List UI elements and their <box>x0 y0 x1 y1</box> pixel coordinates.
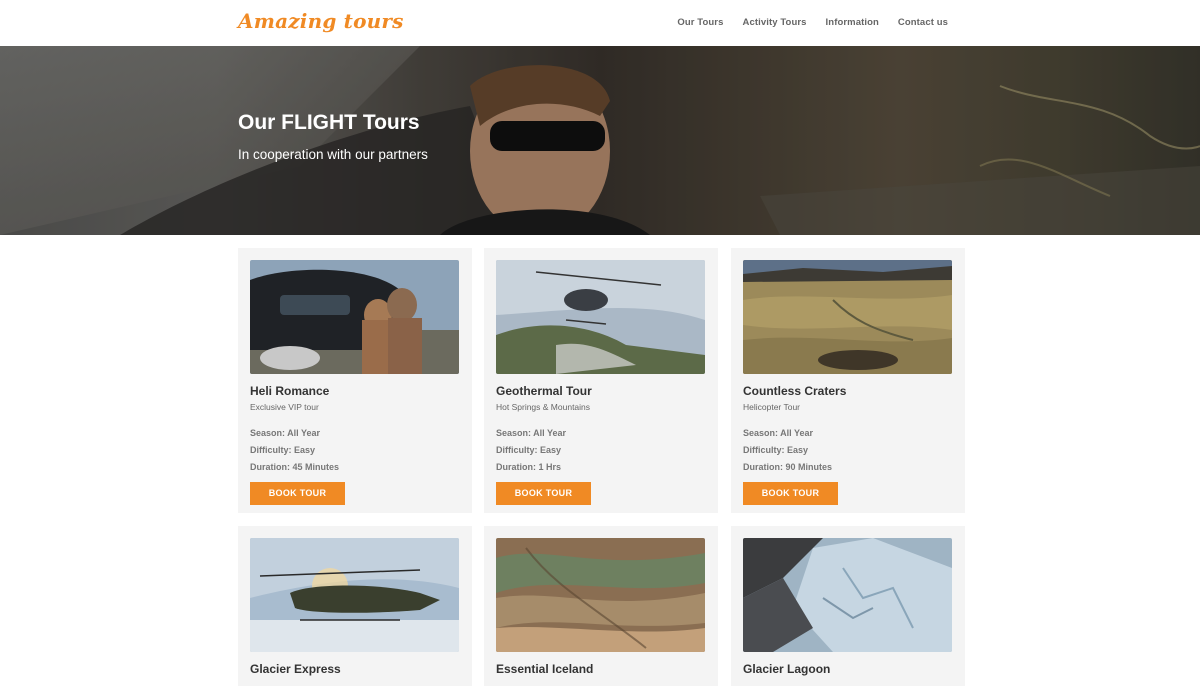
tour-meta: Season: All Year Difficulty: Easy Durati… <box>496 425 706 476</box>
tour-duration: Duration: 90 Minutes <box>743 462 833 472</box>
tour-title[interactable]: Countless Craters <box>743 384 953 398</box>
tour-title[interactable]: Heli Romance <box>250 384 460 398</box>
tour-duration: Duration: 45 Minutes <box>250 462 340 472</box>
tour-title[interactable]: Geothermal Tour <box>496 384 706 398</box>
book-tour-button[interactable]: BOOK TOUR <box>250 482 345 505</box>
tour-title[interactable]: Glacier Lagoon <box>743 662 953 676</box>
tour-season: Season: All Year <box>496 428 567 438</box>
tour-season: Season: All Year <box>743 428 814 438</box>
site-logo[interactable]: Amazing tours <box>238 9 404 33</box>
tour-card: Heli Romance Exclusive VIP tour Season: … <box>238 248 472 513</box>
tour-image[interactable] <box>743 538 952 652</box>
tour-subtitle: Hot Springs & Mountains <box>496 402 591 412</box>
tour-card: Glacier Express <box>238 526 472 686</box>
book-tour-button[interactable]: BOOK TOUR <box>743 482 838 505</box>
tour-card: Glacier Lagoon <box>731 526 965 686</box>
tour-duration: Duration: 1 Hrs <box>496 462 562 472</box>
book-tour-button[interactable]: BOOK TOUR <box>496 482 591 505</box>
tour-meta: Season: All Year Difficulty: Easy Durati… <box>250 425 460 476</box>
tour-subtitle: Exclusive VIP tour <box>250 402 319 412</box>
tour-card: Countless Craters Helicopter Tour Season… <box>731 248 965 513</box>
tour-image[interactable] <box>496 538 705 652</box>
nav-our-tours[interactable]: Our Tours <box>677 17 723 28</box>
tour-difficulty: Difficulty: Easy <box>496 445 562 455</box>
tour-title[interactable]: Glacier Express <box>250 662 460 676</box>
tour-meta: Season: All Year Difficulty: Easy Durati… <box>743 425 953 476</box>
tour-image[interactable] <box>496 260 705 374</box>
tour-subtitle: Helicopter Tour <box>743 402 801 412</box>
tour-season: Season: All Year <box>250 428 321 438</box>
hero-title: Our FLIGHT Tours <box>238 111 420 134</box>
tour-difficulty: Difficulty: Easy <box>250 445 316 455</box>
tour-card: Geothermal Tour Hot Springs & Mountains … <box>484 248 718 513</box>
tour-difficulty: Difficulty: Easy <box>743 445 809 455</box>
tour-title[interactable]: Essential Iceland <box>496 662 706 676</box>
hero-subtitle: In cooperation with our partners <box>238 147 428 162</box>
tour-image[interactable] <box>743 260 952 374</box>
tour-card: Essential Iceland <box>484 526 718 686</box>
tour-image[interactable] <box>250 260 459 374</box>
nav-activity-tours[interactable]: Activity Tours <box>743 17 807 28</box>
hero-banner: Our FLIGHT Tours In cooperation with our… <box>0 46 1200 235</box>
nav-information[interactable]: Information <box>826 17 879 28</box>
main-nav: Our Tours Activity Tours Information Con… <box>677 17 948 28</box>
site-header: Amazing tours Our Tours Activity Tours I… <box>0 0 1200 46</box>
nav-contact-us[interactable]: Contact us <box>898 17 948 28</box>
tour-image[interactable] <box>250 538 459 652</box>
